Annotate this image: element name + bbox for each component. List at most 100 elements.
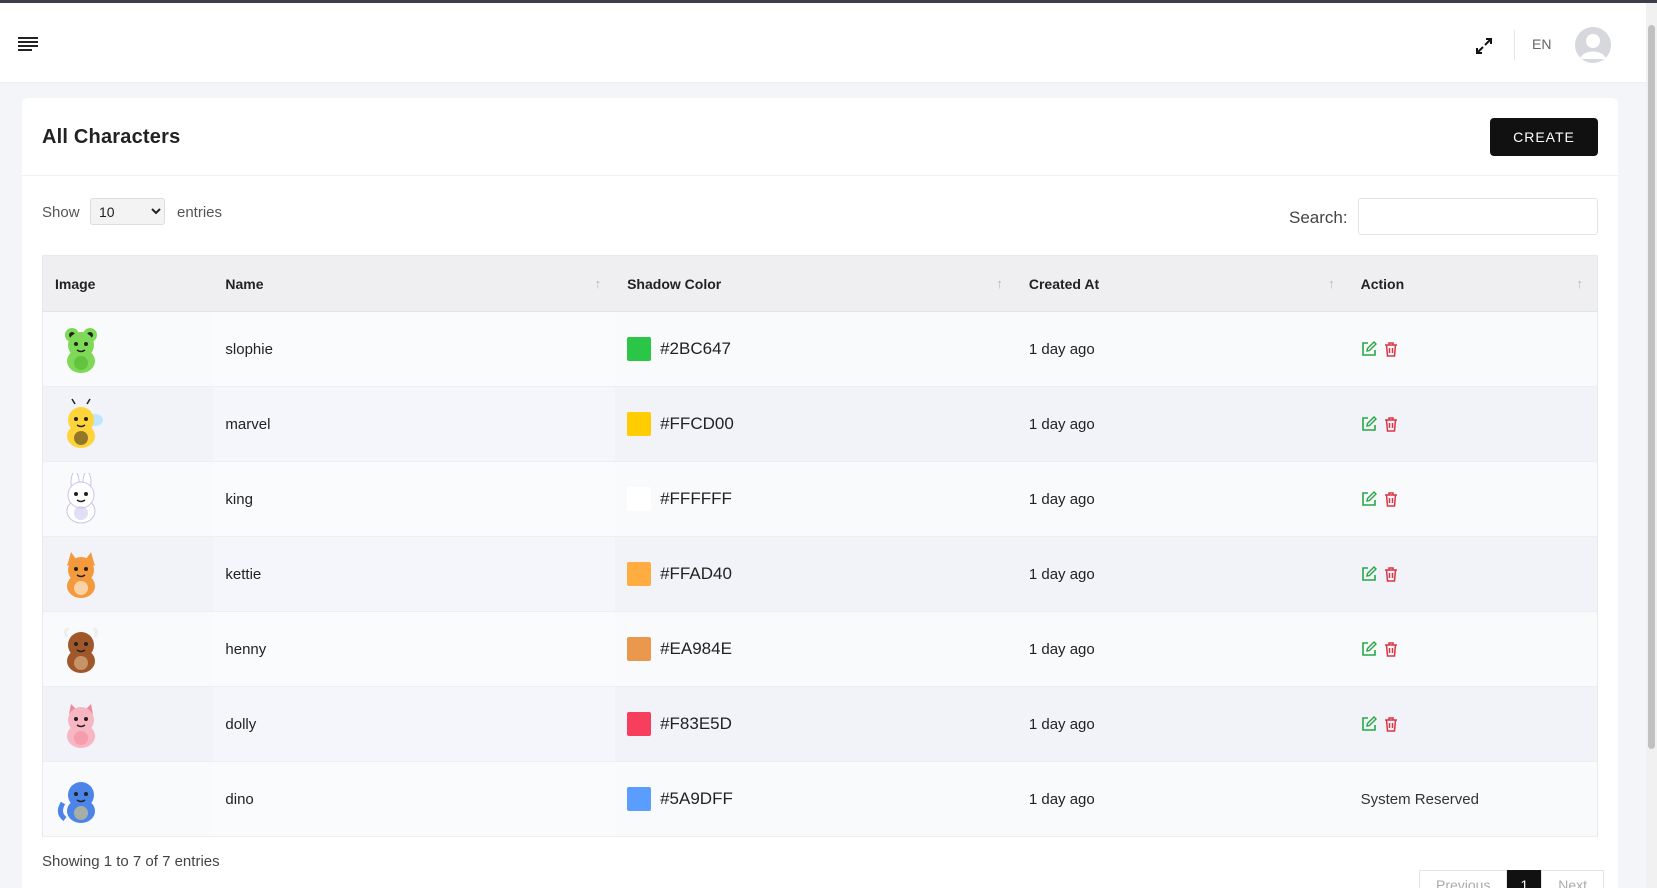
system-reserved-label: System Reserved [1360,790,1479,808]
action-cell [1348,311,1598,387]
color-swatch [627,637,652,661]
color-swatch [627,487,652,511]
characters-table: Image Name ↑ Shadow Color ↑ Created At ↑ Ac… [42,255,1598,837]
created-at: 1 day ago [1028,340,1095,358]
action-cell [1348,386,1598,462]
created-at-cell: 1 day ago [1016,686,1349,762]
column-header-created-at[interactable]: Created At ↑ [1016,255,1349,312]
color-swatch [627,337,652,361]
entries-label: entries [177,204,223,221]
character-name: marvel [225,415,271,433]
shadow-color-cell: #2BC647 [615,311,1017,387]
pagination: Previous 1 Next [1419,870,1605,888]
image-cell [42,761,214,837]
trash-icon[interactable] [1383,566,1399,582]
name-cell: slophie [213,311,616,387]
color-hex: #FFFFFF [660,489,732,508]
shadow-color-cell: #FFFFFF [615,461,1017,537]
page-1-button[interactable]: 1 [1507,870,1542,888]
table-row: henny #EA984E 1 day ago [42,611,1598,687]
table-row: marvel #FFCD00 1 day ago [42,386,1598,462]
edit-icon[interactable] [1361,716,1377,732]
action-cell: System Reserved [1348,761,1598,837]
table-row: dolly #F83E5D 1 day ago [42,686,1598,762]
user-avatar-icon[interactable] [1575,27,1611,63]
hamburger-menu-icon[interactable] [18,37,40,53]
created-at-cell: 1 day ago [1016,536,1349,612]
sort-arrow-icon[interactable]: ↑ [1328,276,1335,291]
color-hex: #EA984E [660,639,732,658]
created-at-cell: 1 day ago [1016,611,1349,687]
edit-icon[interactable] [1361,641,1377,657]
navbar-divider [1514,30,1515,60]
column-header-name[interactable]: Name ↑ [213,255,616,312]
previous-page-button[interactable]: Previous [1419,870,1508,888]
character-thumbnail [55,773,201,825]
create-button[interactable]: CREATE [1490,118,1598,156]
character-thumbnail [55,473,201,525]
created-at: 1 day ago [1028,640,1095,658]
table-row: dino #5A9DFF 1 day ago System Reserved [42,761,1598,837]
shadow-color-cell: #FFAD40 [615,536,1017,612]
shadow-color-cell: #5A9DFF [615,761,1017,837]
created-at-cell: 1 day ago [1016,386,1349,462]
trash-icon[interactable] [1383,641,1399,657]
created-at: 1 day ago [1028,715,1095,733]
sort-arrow-icon[interactable]: ↑ [1577,276,1584,291]
table-row: kettie #FFAD40 1 day ago [42,536,1598,612]
search-input[interactable] [1358,198,1598,235]
color-hex: #FFCD00 [660,414,734,433]
color-swatch [627,712,652,736]
character-thumbnail [55,698,201,750]
image-cell [42,611,214,687]
column-header-image: Image [42,255,214,312]
created-at: 1 day ago [1028,490,1095,508]
column-header-action[interactable]: Action ↑ [1348,255,1598,312]
scrollbar-thumb[interactable] [1648,25,1655,749]
character-thumbnail [55,623,201,675]
characters-card: All Characters CREATE Show 102550100 ent… [22,98,1618,888]
column-header-shadow-color[interactable]: Shadow Color ↑ [615,255,1017,312]
image-cell [42,536,214,612]
expand-icon[interactable] [1474,36,1494,56]
sort-arrow-icon[interactable]: ↑ [595,276,602,291]
character-name: slophie [225,340,273,358]
trash-icon[interactable] [1383,716,1399,732]
color-hex: #FFAD40 [660,564,732,583]
name-cell: marvel [213,386,616,462]
character-name: dino [225,790,254,808]
action-cell [1348,686,1598,762]
name-cell: henny [213,611,616,687]
table-row: slophie #2BC647 1 day ago [42,311,1598,387]
color-swatch [627,787,652,811]
character-name: dolly [225,715,257,733]
trash-icon[interactable] [1383,341,1399,357]
edit-icon[interactable] [1361,416,1377,432]
edit-icon[interactable] [1361,566,1377,582]
entries-per-page-select[interactable]: 102550100 [90,198,165,225]
created-at: 1 day ago [1028,790,1095,808]
name-cell: king [213,461,616,537]
trash-icon[interactable] [1383,416,1399,432]
character-name: king [225,490,253,508]
created-at: 1 day ago [1028,415,1095,433]
character-thumbnail [55,548,201,600]
color-hex: #2BC647 [660,339,731,358]
name-cell: dolly [213,686,616,762]
character-name: henny [225,640,267,658]
card-header: All Characters CREATE [22,98,1618,176]
page-scrollbar[interactable] [1646,3,1657,888]
created-at-cell: 1 day ago [1016,311,1349,387]
language-selector[interactable]: EN [1532,36,1551,52]
edit-icon[interactable] [1361,491,1377,507]
created-at-cell: 1 day ago [1016,761,1349,837]
table-row: king #FFFFFF 1 day ago [42,461,1598,537]
action-cell [1348,536,1598,612]
edit-icon[interactable] [1361,341,1377,357]
shadow-color-cell: #EA984E [615,611,1017,687]
sort-arrow-icon[interactable]: ↑ [996,276,1003,291]
trash-icon[interactable] [1383,491,1399,507]
image-cell [42,386,214,462]
next-page-button[interactable]: Next [1541,870,1605,888]
shadow-color-cell: #F83E5D [615,686,1017,762]
